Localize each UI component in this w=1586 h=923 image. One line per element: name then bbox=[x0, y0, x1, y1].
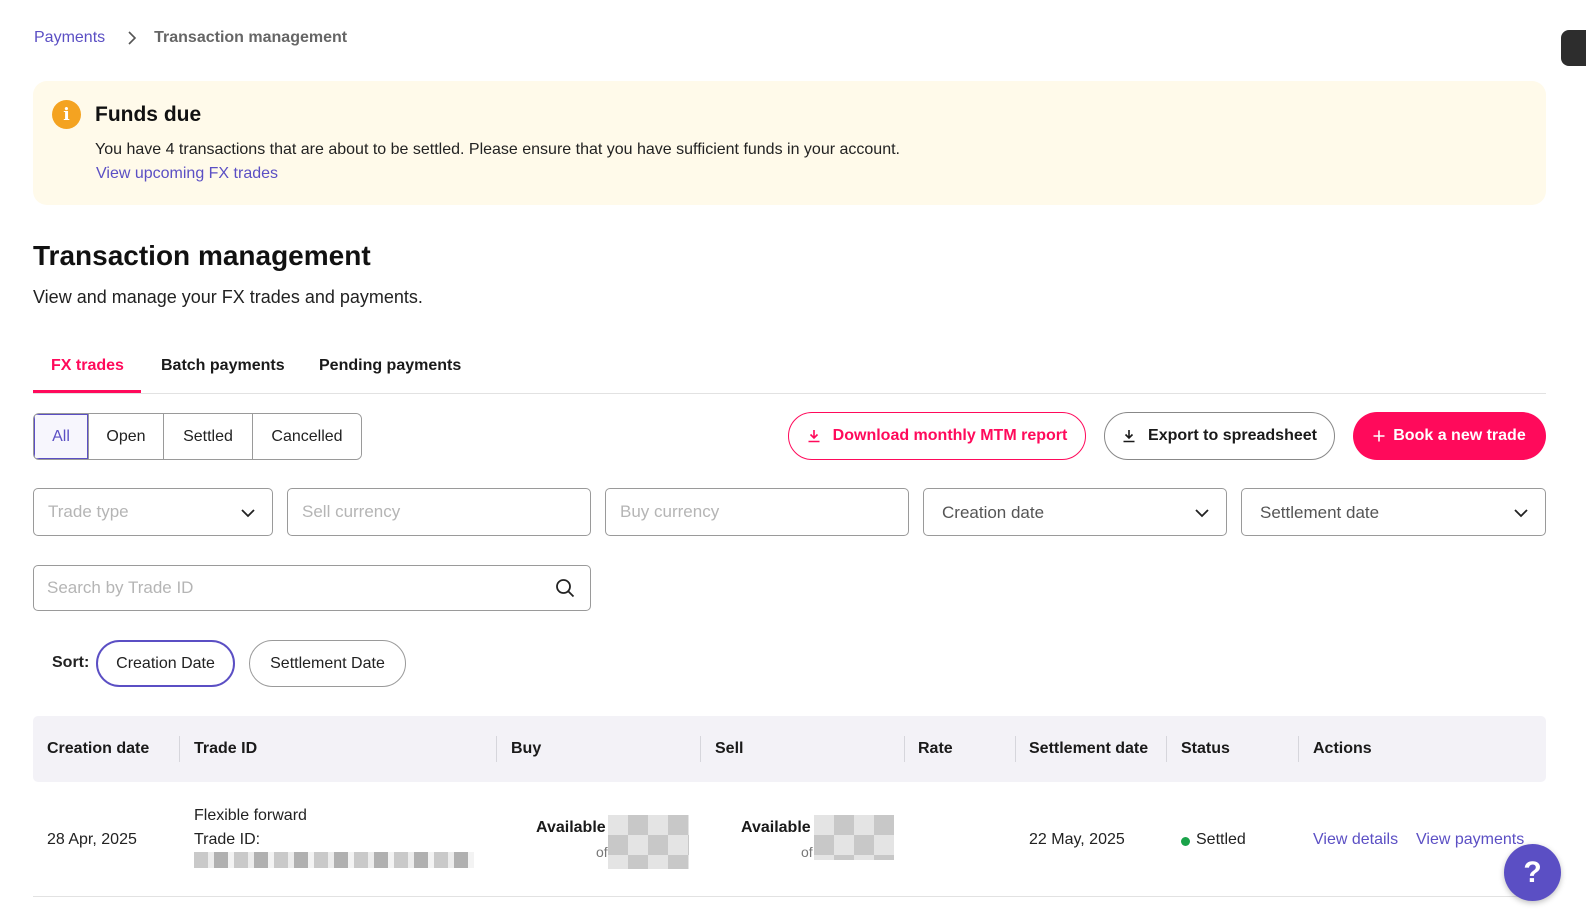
column-buy[interactable]: Buy bbox=[511, 716, 541, 782]
download-mtm-report-button[interactable]: Download monthly MTM report bbox=[788, 412, 1086, 460]
table-header: Creation date Trade ID Buy Sell Rate Set… bbox=[33, 716, 1546, 782]
column-rate[interactable]: Rate bbox=[918, 716, 953, 782]
column-creation-date[interactable]: Creation date bbox=[47, 716, 149, 782]
page-subtitle: View and manage your FX trades and payme… bbox=[33, 287, 423, 307]
export-to-spreadsheet-button[interactable]: Export to spreadsheet bbox=[1104, 412, 1335, 460]
buy-currency-input[interactable] bbox=[620, 489, 894, 535]
row-trade-type: Flexible forward bbox=[194, 807, 307, 824]
settlement-date-label: Settlement date bbox=[1260, 503, 1380, 522]
sell-currency-input[interactable] bbox=[302, 489, 576, 535]
tab-fx-trades[interactable]: FX trades bbox=[51, 357, 124, 375]
status-filter-all[interactable]: All bbox=[34, 414, 89, 459]
export-to-spreadsheet-label: Export to spreadsheet bbox=[1148, 427, 1317, 444]
column-divider bbox=[1015, 736, 1016, 762]
row-creation-date: 28 Apr, 2025 bbox=[47, 831, 137, 848]
view-upcoming-fx-trades-link[interactable]: View upcoming FX trades bbox=[96, 165, 278, 183]
trade-type-select[interactable] bbox=[33, 488, 273, 536]
download-icon bbox=[1123, 430, 1135, 443]
book-new-trade-label: Book a new trade bbox=[1393, 427, 1526, 444]
status-filter-open[interactable]: Open bbox=[89, 414, 164, 459]
search-input[interactable] bbox=[47, 566, 547, 610]
column-actions: Actions bbox=[1313, 740, 1372, 757]
column-divider bbox=[1298, 736, 1299, 762]
tab-bar: FX trades Batch payments Pending payment… bbox=[33, 345, 1546, 394]
plus-icon bbox=[1373, 430, 1385, 442]
active-tab-indicator bbox=[33, 390, 141, 393]
chevron-down-icon bbox=[239, 504, 257, 527]
search-icon[interactable] bbox=[555, 578, 575, 603]
column-settlement-date[interactable]: Settlement date bbox=[1029, 716, 1148, 782]
breadcrumb-payments-link[interactable]: Payments bbox=[34, 29, 105, 47]
page-title: Transaction management bbox=[33, 240, 371, 271]
banner-message: You have 4 transactions that are about t… bbox=[95, 141, 900, 158]
row-buy-of: of bbox=[596, 844, 608, 860]
column-divider bbox=[496, 736, 497, 762]
column-trade-id[interactable]: Trade ID bbox=[194, 716, 257, 782]
help-button[interactable]: ? bbox=[1504, 844, 1561, 901]
row-status: Settled bbox=[1196, 831, 1246, 848]
row-buy-available: Available bbox=[536, 819, 606, 836]
status-filter-settled[interactable]: Settled bbox=[164, 414, 253, 459]
download-icon bbox=[808, 430, 820, 443]
trade-type-input[interactable] bbox=[48, 489, 258, 535]
status-filter-cancelled[interactable]: Cancelled bbox=[253, 414, 361, 459]
column-sell[interactable]: Sell bbox=[715, 716, 743, 782]
sell-currency-field[interactable] bbox=[287, 488, 591, 536]
info-icon: i bbox=[52, 100, 81, 129]
creation-date-label: Creation date bbox=[942, 503, 1045, 522]
redacted-trade-id bbox=[194, 852, 474, 868]
row-trade-id-label: Trade ID: bbox=[194, 831, 261, 848]
status-dot-icon bbox=[1181, 837, 1190, 846]
view-payments-link[interactable]: View payments bbox=[1416, 831, 1524, 849]
column-divider bbox=[700, 736, 701, 762]
row-sell-of: of bbox=[801, 844, 813, 860]
sort-label: Sort: bbox=[52, 654, 90, 671]
settlement-date-select[interactable]: Settlement date bbox=[1241, 488, 1546, 536]
redacted-buy-amount bbox=[608, 815, 689, 869]
sort-creation-date-chip[interactable]: Creation Date bbox=[96, 640, 235, 687]
creation-date-select[interactable]: Creation date bbox=[923, 488, 1227, 536]
status-filter: All Open Settled Cancelled bbox=[33, 413, 362, 460]
view-details-link[interactable]: View details bbox=[1313, 831, 1398, 849]
table-row: 28 Apr, 2025 Flexible forward Trade ID: … bbox=[33, 782, 1546, 897]
side-panel-handle[interactable] bbox=[1561, 30, 1586, 66]
tab-batch-payments[interactable]: Batch payments bbox=[161, 357, 285, 375]
funds-due-banner: i Funds due You have 4 transactions that… bbox=[33, 81, 1546, 205]
breadcrumb: Payments Transaction management bbox=[34, 29, 347, 47]
sort-settlement-date-chip[interactable]: Settlement Date bbox=[249, 640, 406, 687]
chevron-down-icon bbox=[1512, 504, 1530, 527]
trade-id-search[interactable] bbox=[33, 565, 591, 611]
column-divider bbox=[1166, 736, 1167, 762]
column-divider bbox=[179, 736, 180, 762]
chevron-down-icon bbox=[1193, 504, 1211, 527]
tab-pending-payments[interactable]: Pending payments bbox=[319, 357, 461, 375]
column-status[interactable]: Status bbox=[1181, 716, 1230, 782]
buy-currency-field[interactable] bbox=[605, 488, 909, 536]
book-new-trade-button[interactable]: Book a new trade bbox=[1353, 412, 1546, 460]
column-divider bbox=[904, 736, 905, 762]
download-mtm-report-label: Download monthly MTM report bbox=[832, 427, 1068, 444]
banner-title: Funds due bbox=[95, 103, 202, 126]
redacted-sell-amount bbox=[814, 815, 894, 860]
chevron-right-icon bbox=[127, 31, 137, 45]
row-settlement-date: 22 May, 2025 bbox=[1029, 831, 1125, 848]
breadcrumb-current: Transaction management bbox=[154, 29, 348, 46]
row-sell-available: Available bbox=[741, 819, 811, 836]
